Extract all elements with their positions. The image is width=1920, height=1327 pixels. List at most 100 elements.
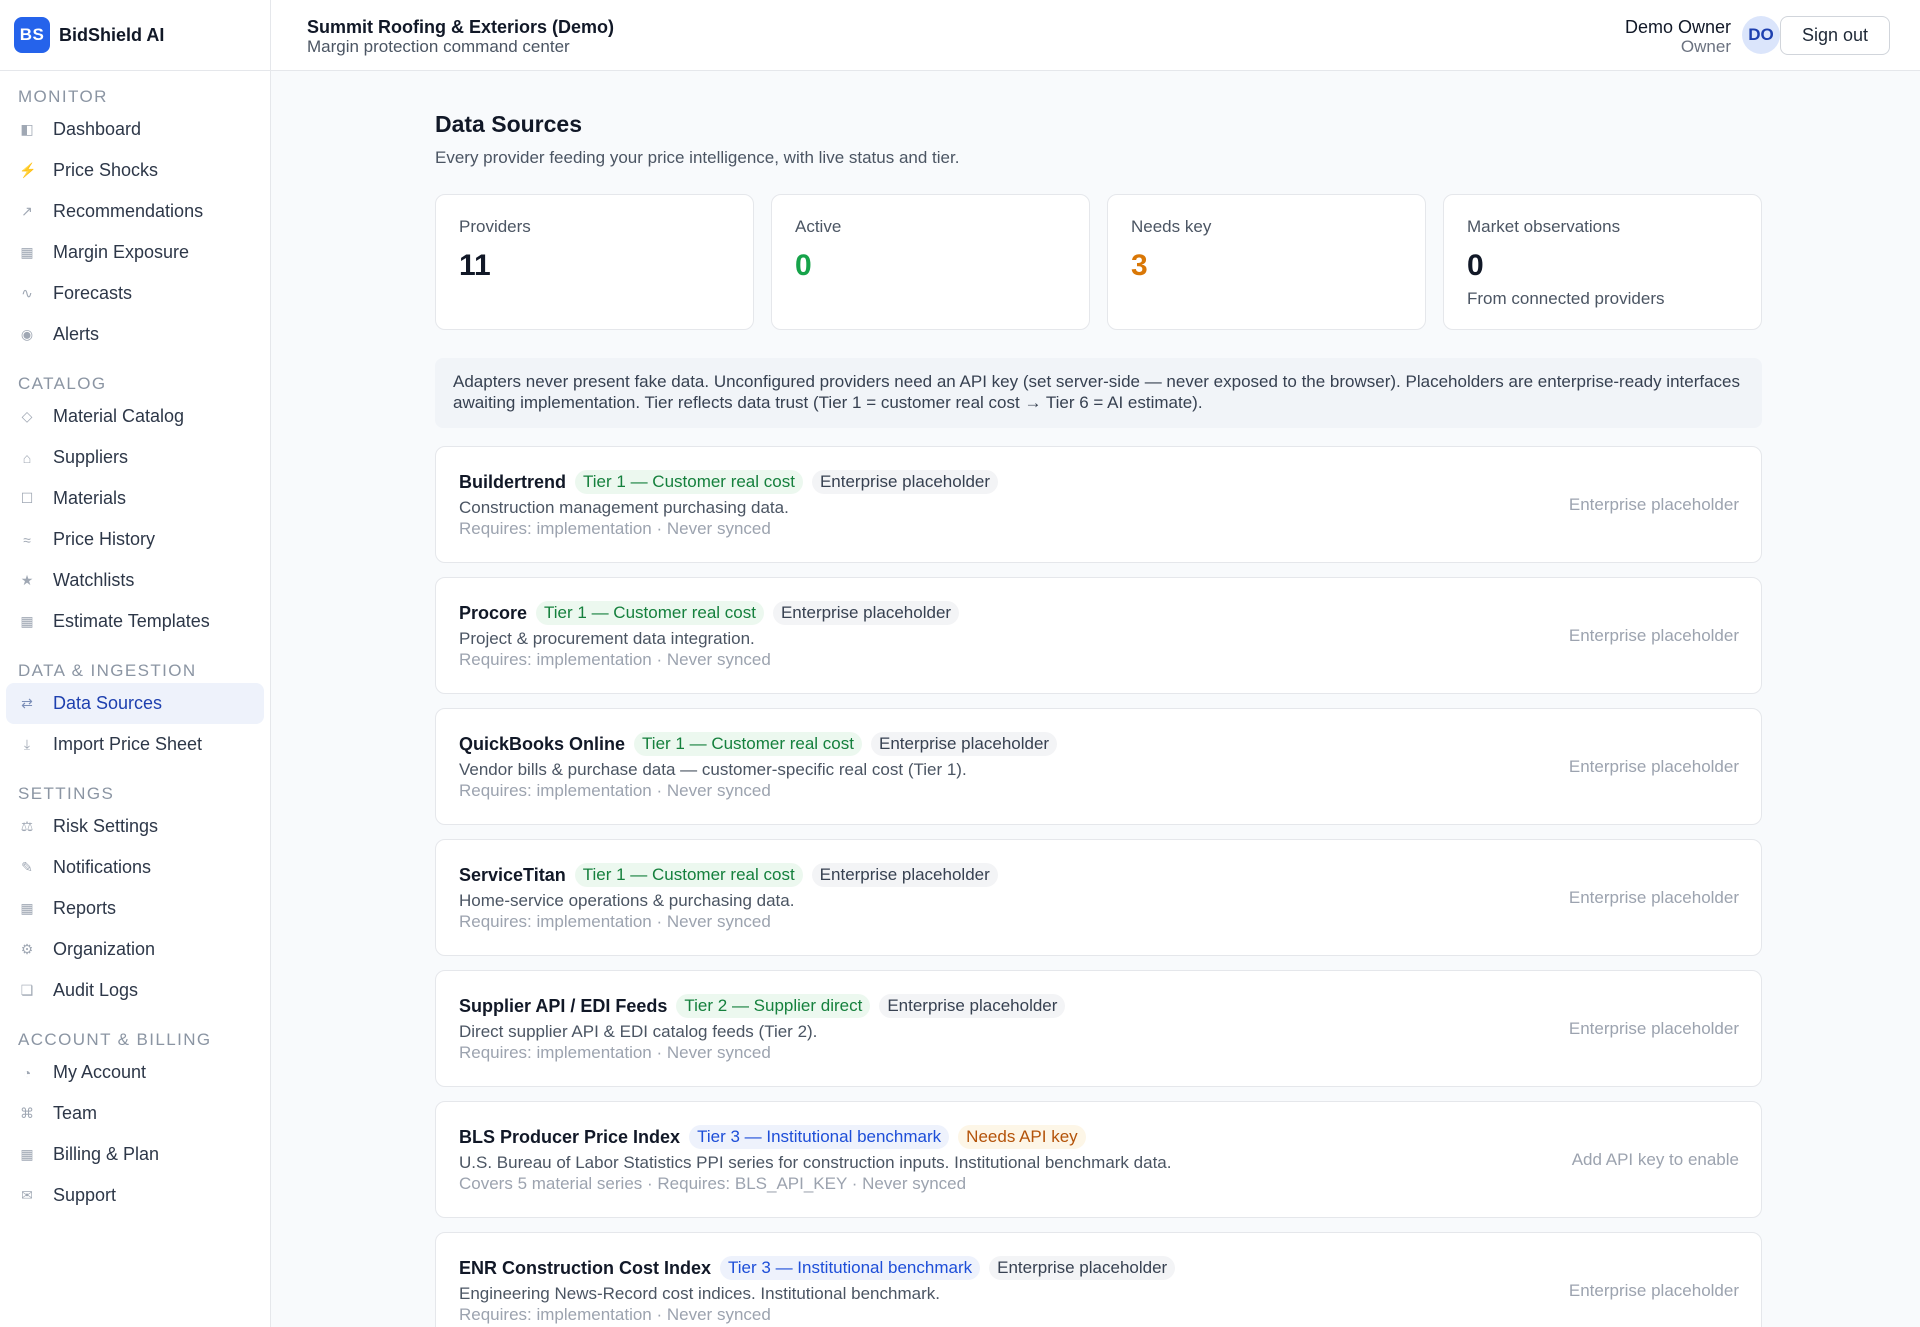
provider-description: Direct supplier API & EDI catalog feeds … [459, 1022, 818, 1041]
billing-icon: ▦ [20, 1146, 34, 1162]
provider-header: QuickBooks Online Tier 1 — Customer real … [459, 731, 1761, 757]
provider-name: BLS Producer Price Index [459, 1126, 681, 1147]
provider-header: Supplier API / EDI Feeds Tier 2 — Supplie… [459, 993, 1761, 1019]
nav-section-title: SETTINGS [18, 784, 115, 803]
stat-value: 3 [1131, 249, 1148, 282]
sidebar-item-label: Data Sources [53, 693, 163, 713]
sidebar-item-label: Notifications [53, 857, 152, 877]
box-icon: ☐ [20, 490, 34, 506]
star-icon: ★ [20, 572, 34, 588]
sidebar-item-label: Estimate Templates [53, 611, 210, 631]
nav-section-title: CATALOG [18, 374, 107, 393]
org-info: Summit Roofing & Exteriors (Demo) Margin… [307, 17, 614, 57]
sidebar-item-forecasts[interactable]: ∿ Forecasts [6, 273, 264, 314]
provider-card[interactable]: Buildertrend Tier 1 — Customer real cost E… [435, 446, 1762, 563]
provider-name: Supplier API / EDI Feeds [459, 995, 668, 1016]
status-badge: Enterprise placeholder [772, 601, 960, 625]
provider-status: Enterprise placeholder [1568, 888, 1739, 907]
tier-badge: Tier 1 — Customer real cost [574, 863, 803, 887]
sidebar-item-material-catalog[interactable]: ◇ Material Catalog [6, 396, 264, 437]
provider-description: Home-service operations & purchasing dat… [459, 891, 795, 910]
sidebar-item-my-account[interactable]: ◔ My Account [6, 1052, 264, 1093]
user-role: Owner [1680, 37, 1731, 56]
gear-icon: ⚙ [20, 941, 34, 957]
provider-description: Vendor bills & purchase data — customer-… [459, 760, 967, 779]
provider-header: Procore Tier 1 — Customer real cost Enterp… [459, 600, 1761, 626]
sidebar-item-price-history[interactable]: ≈ Price History [6, 519, 264, 560]
lightning-icon: ⚡ [19, 162, 37, 178]
sidebar-item-label: Watchlists [53, 570, 135, 590]
grid-icon: ▦ [20, 244, 34, 260]
sidebar-item-margin-exposure[interactable]: ▦ Margin Exposure [6, 232, 264, 273]
log-icon: ❏ [20, 982, 34, 998]
provider-card[interactable]: ENR Construction Cost Index Tier 3 — Inst… [435, 1232, 1762, 1327]
sidebar-item-recommendations[interactable]: ↗ Recommendations [6, 191, 264, 232]
provider-card[interactable]: QuickBooks Online Tier 1 — Customer real … [435, 708, 1762, 825]
sidebar-item-billing-plan[interactable]: ▦ Billing & Plan [6, 1134, 264, 1175]
dashboard-icon: ◧ [20, 121, 34, 137]
tier-badge: Tier 1 — Customer real cost [575, 470, 803, 494]
sidebar-item-label: Team [53, 1103, 98, 1123]
provider-description: Construction management purchasing data. [459, 498, 789, 517]
sidebar-item-team[interactable]: ⌘ Team [6, 1093, 264, 1134]
download-icon: ⤓ [23, 736, 31, 752]
sidebar-item-label: Audit Logs [53, 980, 139, 1000]
status-badge: Enterprise placeholder [989, 1256, 1176, 1280]
sidebar-item-organization[interactable]: ⚙ Organization [6, 929, 264, 970]
provider-card[interactable]: BLS Producer Price Index Tier 3 — Institu… [435, 1101, 1762, 1218]
tier-badge: Tier 1 — Customer real cost [634, 732, 862, 756]
sidebar-item-label: My Account [53, 1062, 147, 1082]
stat-note: From connected providers [1467, 289, 1665, 308]
provider-requirements: Requires: implementation · Never synced [459, 1043, 771, 1062]
provider-header: BLS Producer Price Index Tier 3 — Institu… [459, 1124, 1761, 1150]
sidebar-item-suppliers[interactable]: ⌂ Suppliers [6, 437, 264, 478]
sidebar-item-watchlists[interactable]: ★ Watchlists [6, 560, 264, 601]
status-badge: Enterprise placeholder [879, 994, 1066, 1018]
sidebar-item-materials[interactable]: ☐ Materials [6, 478, 264, 519]
stat-label: Active [795, 217, 842, 236]
status-badge: Enterprise placeholder [811, 470, 999, 494]
stat-label: Providers [459, 217, 531, 236]
stat-value: 11 [459, 249, 491, 282]
sidebar-item-price-shocks[interactable]: ⚡ Price Shocks [6, 150, 264, 191]
provider-header: ENR Construction Cost Index Tier 3 — Inst… [459, 1255, 1761, 1281]
team-icon: ⌘ [20, 1105, 34, 1121]
sidebar-item-import-price-sheet[interactable]: ⤓ Import Price Sheet [6, 724, 264, 765]
sidebar-item-label: Margin Exposure [53, 242, 190, 262]
sidebar-item-estimate-templates[interactable]: ▦ Estimate Templates [6, 601, 264, 642]
provider-card[interactable]: Procore Tier 1 — Customer real cost Enterp… [435, 577, 1762, 694]
sidebar-item-audit-logs[interactable]: ❏ Audit Logs [6, 970, 264, 1011]
sidebar-item-notifications[interactable]: ✎ Notifications [6, 847, 264, 888]
stat-card: Active 0 [771, 194, 1090, 330]
sidebar-item-support[interactable]: ✉ Support [6, 1175, 264, 1216]
sidebar-item-label: Material Catalog [53, 406, 185, 426]
avatar[interactable]: DO [1742, 16, 1780, 54]
sidebar: BS BidShield AI MONITOR ◧ Dashboard ⚡ Price … [0, 0, 271, 1327]
sign-out-button[interactable]: Sign out [1780, 16, 1890, 55]
sidebar-item-alerts[interactable]: ◉ Alerts [6, 314, 264, 355]
status-badge: Enterprise placeholder [811, 863, 998, 887]
stat-label: Market observations [1467, 217, 1621, 236]
user-info: Demo Owner Owner [1625, 17, 1731, 57]
provider-requirements: Requires: implementation · Never synced [459, 1305, 771, 1324]
provider-requirements: Requires: implementation · Never synced [459, 519, 771, 538]
org-name: Summit Roofing & Exteriors (Demo) [307, 17, 615, 37]
stat-label: Needs key [1131, 217, 1212, 236]
provider-card[interactable]: Supplier API / EDI Feeds Tier 2 — Supplie… [435, 970, 1762, 1087]
provider-status: Add API key to enable [1571, 1150, 1739, 1169]
sidebar-item-label: Suppliers [53, 447, 129, 467]
sidebar-item-data-sources[interactable]: ⇄ Data Sources [6, 683, 264, 724]
sidebar-item-label: Dashboard [53, 119, 142, 139]
sidebar-item-risk-settings[interactable]: ⚖ Risk Settings [6, 806, 264, 847]
sidebar-nav: MONITOR ◧ Dashboard ⚡ Price Shocks ↗ Recommend… [0, 71, 270, 1216]
sidebar-item-reports[interactable]: ▦ Reports [6, 888, 264, 929]
provider-list: Buildertrend Tier 1 — Customer real cost E… [435, 446, 1762, 1327]
tier-badge: Tier 3 — Institutional benchmark [720, 1256, 981, 1280]
provider-card[interactable]: ServiceTitan Tier 1 — Customer real cost E… [435, 839, 1762, 956]
alert-icon: ◉ [20, 326, 34, 342]
brand[interactable]: BS BidShield AI [0, 0, 270, 71]
sidebar-item-dashboard[interactable]: ◧ Dashboard [6, 109, 264, 150]
sidebar-item-label: Import Price Sheet [53, 734, 203, 754]
sidebar-item-label: Forecasts [53, 283, 133, 303]
provider-status: Enterprise placeholder [1568, 1019, 1739, 1038]
